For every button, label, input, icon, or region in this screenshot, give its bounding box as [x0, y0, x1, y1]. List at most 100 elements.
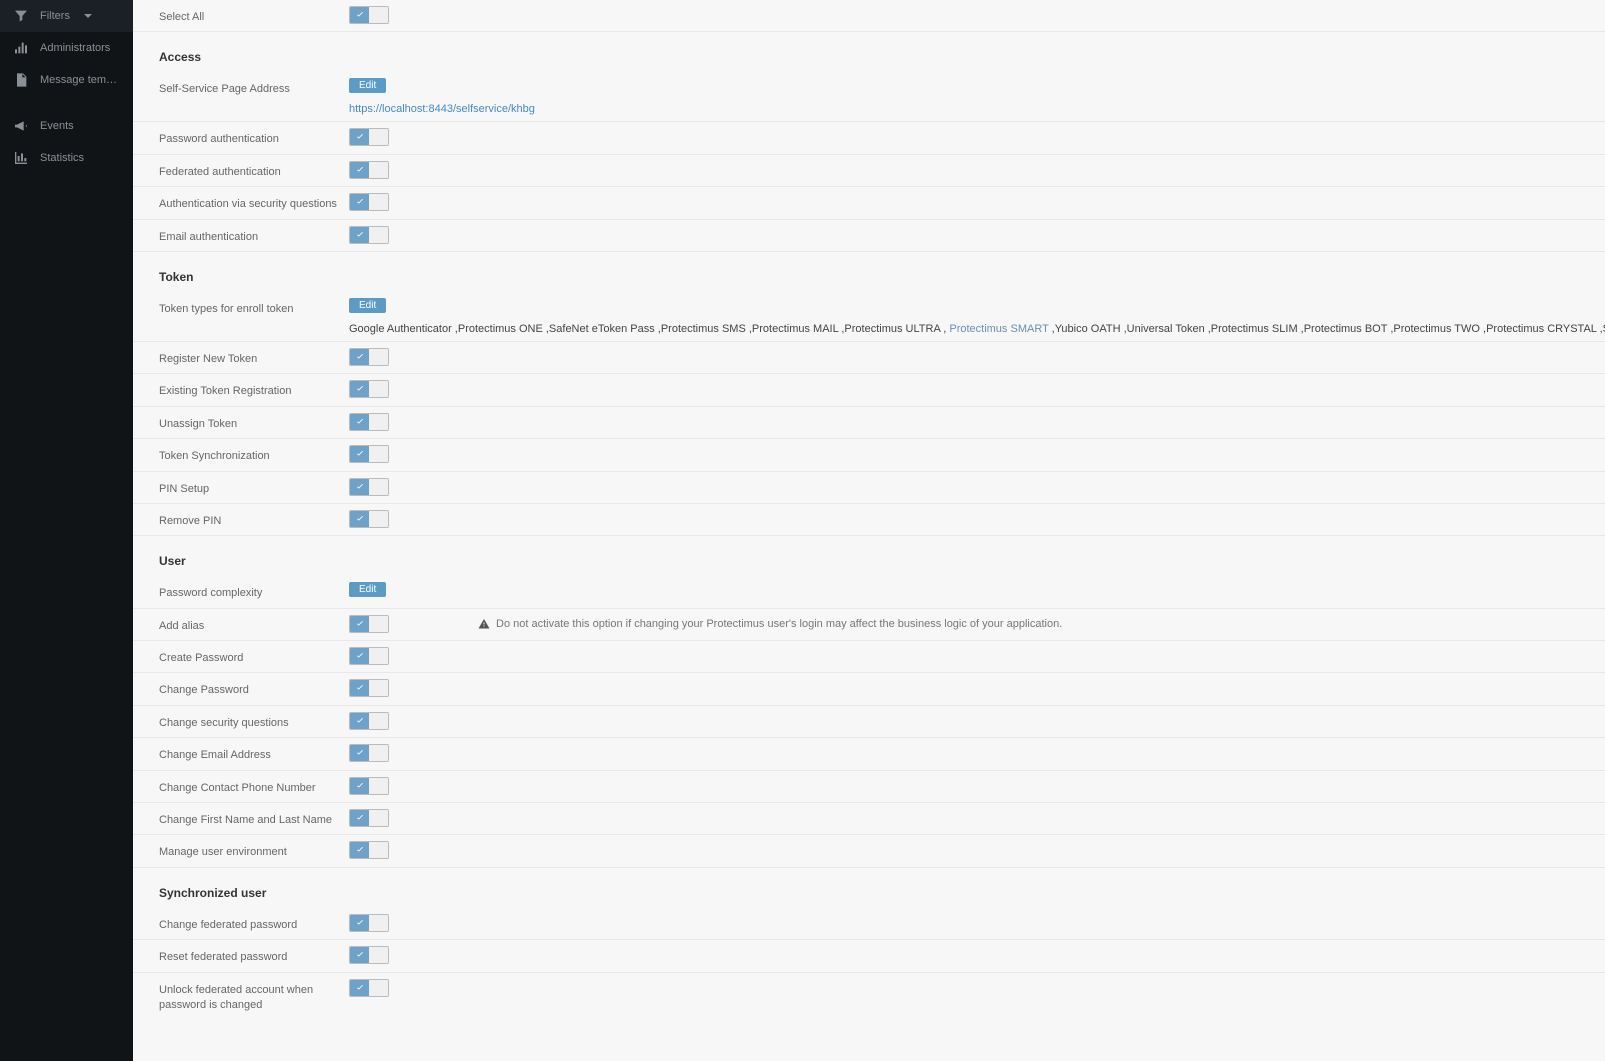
row-remove-pin: Remove PIN	[133, 504, 1605, 536]
main-content: Select All Access Self-Service Page Addr…	[133, 0, 1605, 1061]
label-token-sync: Token Synchronization	[159, 445, 349, 464]
check-icon	[350, 713, 369, 729]
row-reset-federated-password: Reset federated password	[133, 940, 1605, 972]
row-token-sync: Token Synchronization	[133, 439, 1605, 471]
check-icon	[350, 810, 369, 826]
check-icon	[350, 980, 369, 996]
toggle-password-auth[interactable]	[349, 128, 389, 146]
label-change-name: Change First Name and Last Name	[159, 809, 349, 828]
row-change-email: Change Email Address	[133, 738, 1605, 770]
toggle-change-email[interactable]	[349, 744, 389, 762]
row-federated-auth: Federated authentication	[133, 155, 1605, 187]
check-icon	[350, 616, 369, 632]
check-icon	[350, 162, 369, 178]
row-change-federated-password: Change federated password	[133, 908, 1605, 940]
sidebar-item-label: Administrators	[40, 42, 110, 54]
signal-icon	[12, 40, 30, 56]
toggle-create-password[interactable]	[349, 647, 389, 665]
token-types-value-highlight: Protectimus SMART	[946, 323, 1051, 335]
check-icon	[350, 414, 369, 430]
toggle-change-security-questions[interactable]	[349, 712, 389, 730]
row-change-security-questions: Change security questions	[133, 706, 1605, 738]
check-icon	[350, 479, 369, 495]
row-select-all: Select All	[133, 0, 1605, 32]
toggle-unlock-federated-account[interactable]	[349, 979, 389, 997]
self-service-link[interactable]: https://localhost:8443/selfservice/khbg	[349, 103, 535, 115]
row-add-alias: Add alias Do not activate this option if…	[133, 609, 1605, 641]
sidebar-item-administrators[interactable]: Administrators	[0, 32, 133, 64]
toggle-unassign-token[interactable]	[349, 413, 389, 431]
label-change-password: Change Password	[159, 679, 349, 698]
toggle-register-new-token[interactable]	[349, 348, 389, 366]
label-security-questions-auth: Authentication via security questions	[159, 193, 349, 212]
row-token-types: Token types for enroll token Edit Google…	[133, 292, 1605, 342]
toggle-token-sync[interactable]	[349, 445, 389, 463]
chevron-down-icon	[84, 14, 92, 18]
row-password-auth: Password authentication	[133, 122, 1605, 154]
section-heading-user: User	[133, 536, 1605, 576]
sidebar-item-statistics[interactable]: Statistics	[0, 142, 133, 174]
label-pin-setup: PIN Setup	[159, 478, 349, 497]
check-icon	[350, 7, 369, 23]
toggle-manage-user-env[interactable]	[349, 841, 389, 859]
row-self-service: Self-Service Page Address Edit https://l…	[133, 72, 1605, 122]
toggle-email-auth[interactable]	[349, 226, 389, 244]
check-icon	[350, 915, 369, 931]
check-icon	[350, 129, 369, 145]
sidebar-item-events[interactable]: Events	[0, 110, 133, 142]
label-self-service: Self-Service Page Address	[159, 78, 349, 97]
warning-icon	[478, 618, 490, 630]
toggle-change-name[interactable]	[349, 809, 389, 827]
sidebar-item-label: Message templates	[40, 74, 121, 86]
row-unassign-token: Unassign Token	[133, 407, 1605, 439]
label-select-all: Select All	[159, 6, 349, 25]
check-icon	[350, 194, 369, 210]
check-icon	[350, 842, 369, 858]
row-security-questions-auth: Authentication via security questions	[133, 187, 1605, 219]
sidebar-item-message-templates[interactable]: Message templates	[0, 64, 133, 96]
section-heading-sync-user: Synchronized user	[133, 868, 1605, 908]
label-federated-auth: Federated authentication	[159, 161, 349, 180]
check-icon	[350, 947, 369, 963]
label-reset-federated-password: Reset federated password	[159, 946, 349, 965]
row-unlock-federated-account: Unlock federated account when password i…	[133, 973, 1605, 1020]
section-heading-access: Access	[133, 32, 1605, 72]
token-types-value-pre: Google Authenticator ,Protectimus ONE ,S…	[349, 323, 946, 335]
edit-token-types-button[interactable]: Edit	[349, 298, 386, 313]
toggle-remove-pin[interactable]	[349, 510, 389, 528]
check-icon	[350, 381, 369, 397]
row-register-new-token: Register New Token	[133, 342, 1605, 374]
note-text: Do not activate this option if changing …	[496, 618, 1062, 630]
label-password-complexity: Password complexity	[159, 582, 349, 601]
sidebar-item-label: Filters	[40, 10, 70, 22]
toggle-federated-auth[interactable]	[349, 161, 389, 179]
note-add-alias: Do not activate this option if changing …	[478, 618, 1062, 630]
toggle-pin-setup[interactable]	[349, 478, 389, 496]
row-manage-user-env: Manage user environment	[133, 835, 1605, 867]
check-icon	[350, 648, 369, 664]
toggle-add-alias[interactable]	[349, 615, 389, 633]
toggle-existing-token-registration[interactable]	[349, 380, 389, 398]
row-existing-token-registration: Existing Token Registration	[133, 374, 1605, 406]
toggle-change-password[interactable]	[349, 679, 389, 697]
row-create-password: Create Password	[133, 641, 1605, 673]
edit-self-service-button[interactable]: Edit	[349, 78, 386, 93]
sidebar-item-filters[interactable]: Filters	[0, 0, 133, 32]
toggle-select-all[interactable]	[349, 6, 389, 24]
label-change-security-questions: Change security questions	[159, 712, 349, 731]
edit-password-complexity-button[interactable]: Edit	[349, 582, 386, 597]
check-icon	[350, 745, 369, 761]
row-change-password: Change Password	[133, 673, 1605, 705]
row-pin-setup: PIN Setup	[133, 472, 1605, 504]
row-password-complexity: Password complexity Edit	[133, 576, 1605, 608]
toggle-change-federated-password[interactable]	[349, 914, 389, 932]
row-email-auth: Email authentication	[133, 220, 1605, 252]
toggle-reset-federated-password[interactable]	[349, 946, 389, 964]
toggle-security-questions-auth[interactable]	[349, 193, 389, 211]
check-icon	[350, 511, 369, 527]
toggle-change-phone[interactable]	[349, 777, 389, 795]
label-remove-pin: Remove PIN	[159, 510, 349, 529]
bullhorn-icon	[12, 118, 30, 134]
label-create-password: Create Password	[159, 647, 349, 666]
token-types-value-post: ,Yubico OATH ,Universal Token ,Protectim…	[1052, 323, 1605, 335]
